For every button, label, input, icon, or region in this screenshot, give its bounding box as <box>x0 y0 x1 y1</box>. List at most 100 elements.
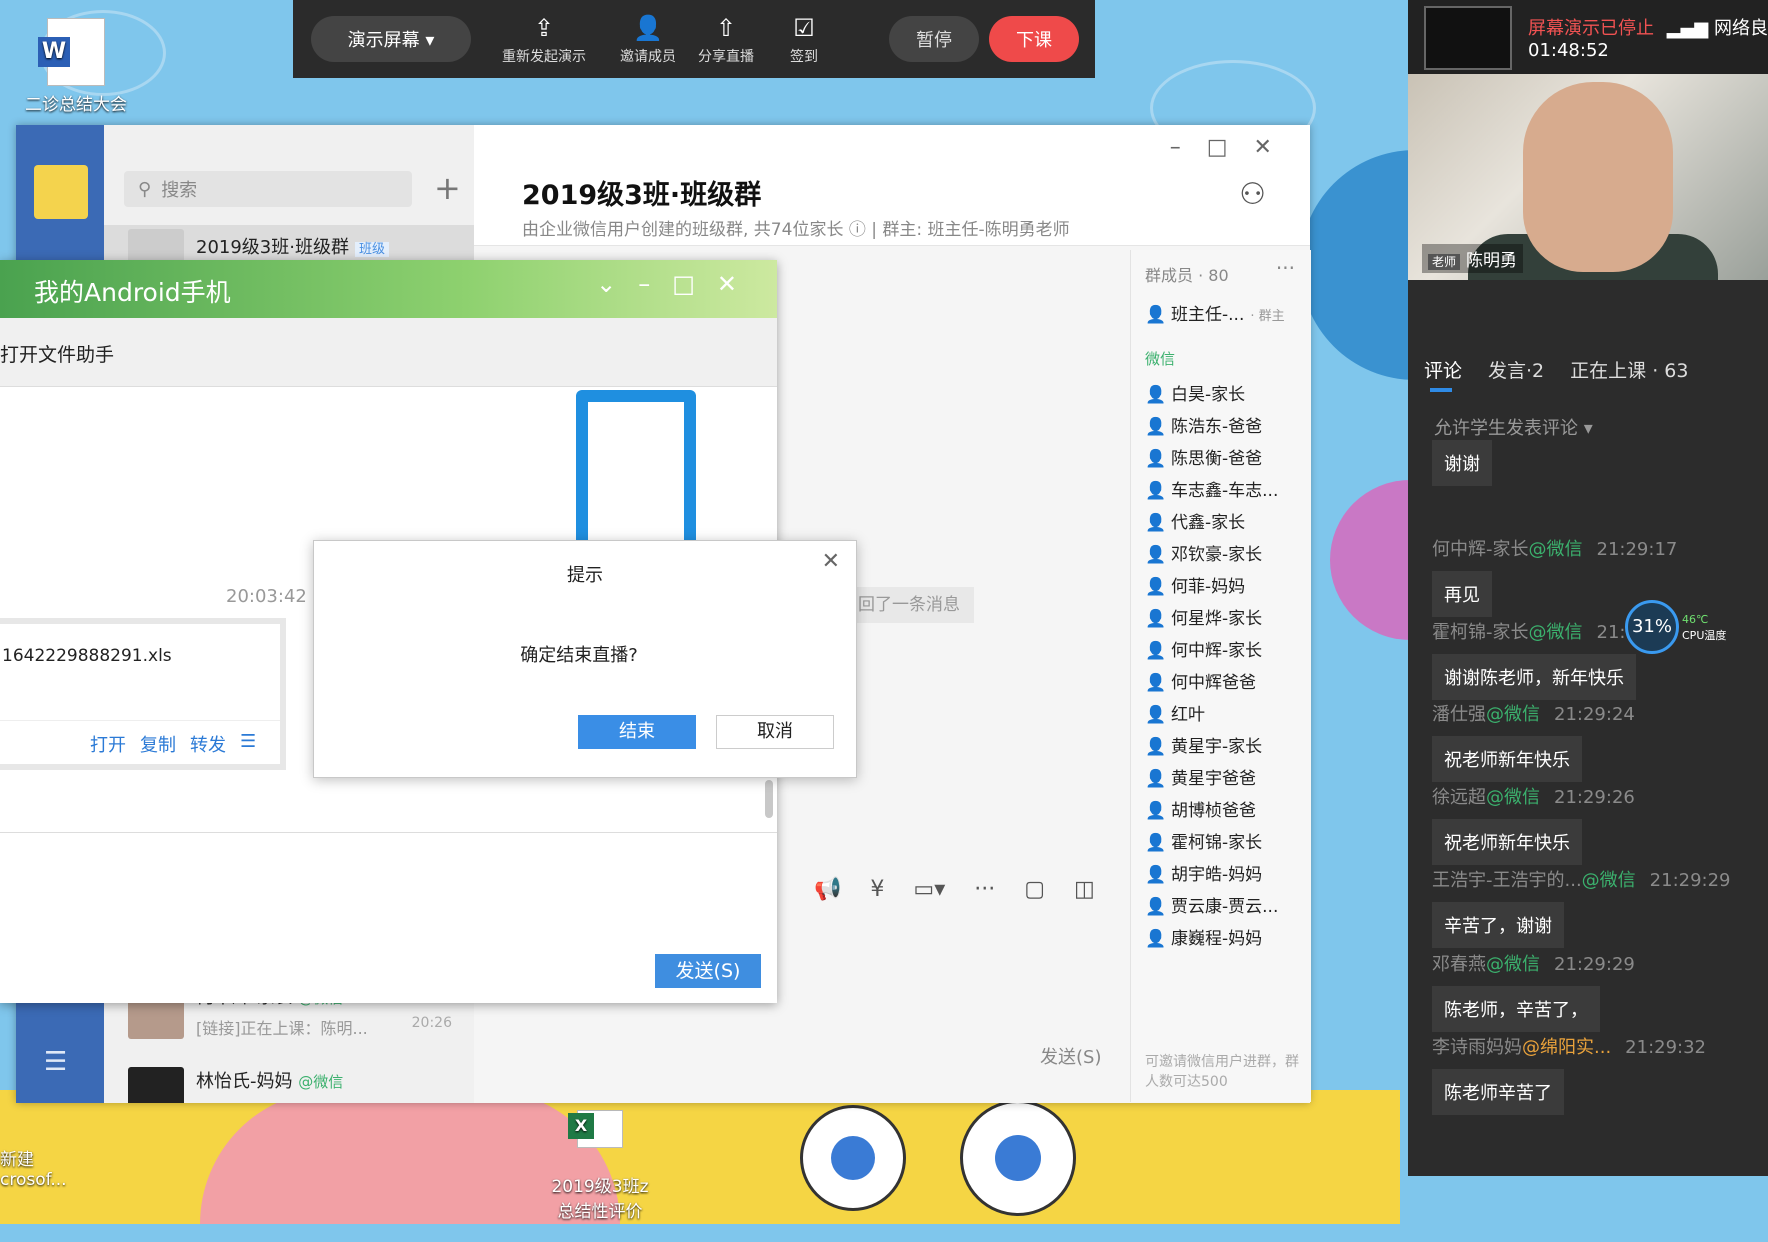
more-icon[interactable]: ··· <box>974 877 995 902</box>
end-class-button[interactable]: 下课 <box>989 16 1079 62</box>
search-input[interactable]: ⚲ 搜索 <box>124 171 412 207</box>
member-item[interactable]: 👤 邓钦豪-家长 <box>1145 540 1262 565</box>
member-item[interactable]: 👤 何菲-妈妈 <box>1145 572 1245 597</box>
copy-file-link[interactable]: 复制 <box>140 731 176 757</box>
excel-file-icon: X <box>568 1110 623 1148</box>
conversation-name: 林怡氏-妈妈 @微信 <box>196 1067 343 1093</box>
comment-source: @微信 <box>1486 704 1540 725</box>
member-item[interactable]: 👤 黄星宇-家长 <box>1145 732 1262 757</box>
tab-comments[interactable]: 评论 <box>1424 360 1462 382</box>
live-panel: 屏幕演示已停止 01:48:52 ▂▄▆ 网络良 老师 陈明勇 评论 发言·2 正在上… <box>1408 0 1768 1176</box>
list-item[interactable]: 林怡氏-妈妈 @微信 <box>104 1057 474 1103</box>
person-icon: 👤 <box>1145 305 1167 325</box>
more-icon[interactable]: ··· <box>1276 256 1295 280</box>
member-item[interactable]: 👤 何星烨-家长 <box>1145 604 1262 629</box>
file-name: 1642229888291.xls <box>2 646 172 666</box>
section-label: 微信 <box>1145 350 1176 368</box>
window-controls[interactable]: –□✕ <box>1170 135 1298 160</box>
add-icon[interactable]: + <box>434 169 461 207</box>
member-item[interactable]: 👤 陈浩东-爸爸 <box>1145 412 1262 437</box>
desktop-icon-new[interactable]: 新建 crosof... <box>0 1125 70 1210</box>
tab-in-class[interactable]: 正在上课 · 63 <box>1570 360 1688 382</box>
wechat-tag: @微信 <box>298 1073 344 1091</box>
member-panel: 群成员 · 80 ··· 👤 班主任-... · 群主 微信 可邀请微信用户进群，群… <box>1130 250 1311 1102</box>
menu-icon[interactable]: ☰ <box>240 731 256 752</box>
page-title: 2019级3班·班级群 <box>522 180 762 211</box>
open-file-link[interactable]: 打开 <box>90 731 126 757</box>
wallpaper-eye <box>800 1105 906 1211</box>
share-live-button[interactable]: ⇧ 分享直播 <box>681 14 771 66</box>
member-name: 邓钦豪-家长 <box>1171 545 1263 565</box>
member-item[interactable]: 👤 黄星宇爸爸 <box>1145 764 1256 789</box>
red-packet-icon[interactable]: ¥ <box>870 877 884 902</box>
thumbnail-screen <box>588 402 684 548</box>
forward-file-link[interactable]: 转发 <box>190 731 226 757</box>
announcement-icon[interactable]: 📢 <box>814 877 841 902</box>
member-item[interactable]: 👤 白昊-家长 <box>1145 380 1245 405</box>
members-header: 群成员 · 80 <box>1145 266 1229 285</box>
person-icon: 👤 <box>1145 609 1167 629</box>
tab-speak[interactable]: 发言·2 <box>1488 360 1544 382</box>
end-live-button[interactable]: 结束 <box>578 715 696 749</box>
member-name: 班主任-... <box>1171 305 1245 325</box>
cpu-usage-widget[interactable]: 31% <box>1625 600 1679 654</box>
person-icon: 👤 <box>1145 449 1167 469</box>
restart-present-button[interactable]: ⇪ 重新发起演示 <box>489 14 599 66</box>
member-item[interactable]: 👤 何中辉爸爸 <box>1145 668 1256 693</box>
screen-icon[interactable]: ▢ <box>1024 877 1045 902</box>
comment-bubble: 谢谢陈老师，新年快乐 <box>1432 654 1636 700</box>
desktop-icon-word[interactable]: W 二诊总结大会 <box>16 18 136 115</box>
member-item[interactable]: 👤 何中辉-家长 <box>1145 636 1262 661</box>
member-item[interactable]: 👤 贾云康-贾云... <box>1145 892 1278 917</box>
camera-face <box>1523 82 1673 272</box>
desktop-icon-excel[interactable]: X 2019级3班z 总结性评价 <box>545 1090 655 1242</box>
menu-icon[interactable]: ☰ <box>44 1047 67 1077</box>
word-file-icon: W <box>38 18 105 86</box>
person-icon: 👤 <box>1145 481 1167 501</box>
member-item[interactable]: 👤 车志鑫-车志... <box>1145 476 1278 501</box>
dialog-message: 确定结束直播? <box>520 645 638 666</box>
close-icon[interactable]: ✕ <box>822 549 840 574</box>
active-tab-indicator <box>1430 388 1452 392</box>
cpu-label: CPU温度 <box>1682 629 1727 642</box>
member-item[interactable]: 👤 康巍程-妈妈 <box>1145 924 1262 949</box>
person-add-icon[interactable]: ⚇ <box>1239 177 1266 212</box>
phone-screenshot-thumbnail[interactable] <box>576 390 696 550</box>
send-button[interactable]: 发送(S) <box>1040 1043 1101 1069</box>
checkin-button[interactable]: ☑ 签到 <box>759 14 849 66</box>
comment-bubble: 陈老师，辛苦了， <box>1432 986 1600 1032</box>
invite-member-button[interactable]: 👤 邀请成员 <box>603 14 693 66</box>
sidebar-icon[interactable]: ◫ <box>1074 877 1095 902</box>
toolbar-label: 重新发起演示 <box>502 49 586 65</box>
member-item[interactable]: 👤 胡宇皓-妈妈 <box>1145 860 1262 885</box>
share-live-icon: ⇧ <box>715 14 737 42</box>
window-controls[interactable]: ⌄–□✕ <box>596 270 759 298</box>
member-name: 何中辉-家长 <box>1171 641 1263 661</box>
avatar[interactable] <box>34 165 88 219</box>
present-screen-button[interactable]: 演示屏幕 ▾ <box>311 16 471 62</box>
cancel-button[interactable]: 取消 <box>716 715 834 749</box>
pause-button[interactable]: 暂停 <box>889 16 979 62</box>
member-item[interactable]: 👤 胡博桢爸爸 <box>1145 796 1256 821</box>
comment-bubble: 辛苦了，谢谢 <box>1432 902 1564 948</box>
file-card[interactable]: 1642229888291.xls 打开 复制 转发 ☰ <box>0 618 286 770</box>
send-button[interactable]: 发送(S) <box>655 954 761 988</box>
comment-meta: 邓春燕@微信 21:29:29 <box>1432 950 1752 976</box>
confirm-dialog: 提示 ✕ 确定结束直播? 结束 取消 <box>313 540 857 778</box>
member-name: 胡宇皓-妈妈 <box>1171 865 1263 885</box>
member-item[interactable]: 👤 陈思衡-爸爸 <box>1145 444 1262 469</box>
comment-source: @绵阳实... <box>1522 1037 1612 1058</box>
search-icon: ⚲ <box>138 178 152 200</box>
member-item[interactable]: 👤 霍柯锦-家长 <box>1145 828 1262 853</box>
comment-bubble: 祝老师新年快乐 <box>1432 819 1582 865</box>
member-item[interactable]: 👤 红叶 <box>1145 700 1205 725</box>
live-status-text: 屏幕演示已停止 <box>1528 18 1654 39</box>
role-badge: 老师 <box>1428 254 1461 270</box>
member-item[interactable]: 👤 代鑫-家长 <box>1145 508 1245 533</box>
live-icon[interactable]: ▭▾ <box>913 877 945 902</box>
scrollbar[interactable] <box>765 780 773 818</box>
person-icon: 👤 <box>1145 737 1167 757</box>
comment-user: 徐远超 <box>1432 787 1486 808</box>
member-item[interactable]: 👤 班主任-... · 群主 <box>1145 300 1285 325</box>
chat-subtitle: 由企业微信用户创建的班级群, 共74位家长 ⓘ | 群主: 班主任-陈明勇老师 <box>522 220 1070 240</box>
